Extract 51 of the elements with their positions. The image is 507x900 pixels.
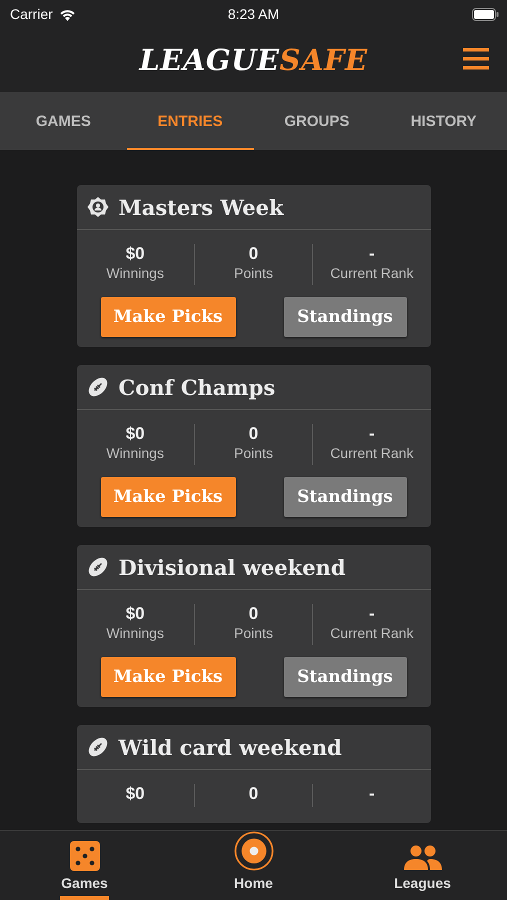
make-picks-button[interactable]: Make Picks [100, 657, 236, 697]
stat-label: Current Rank [330, 264, 414, 282]
tab[interactable]: GROUPS [254, 92, 380, 150]
clock-time: 8:23 AM [228, 6, 280, 22]
stat-value: 0 [248, 604, 258, 624]
entry-title: Conf Champs [118, 374, 276, 400]
stat-value: 0 [248, 244, 258, 264]
stat-label: Current Rank [330, 624, 414, 642]
entry-title: Masters Week [118, 194, 284, 220]
tab[interactable]: ENTRIES [126, 92, 254, 150]
carrier-name: Carrier [10, 6, 53, 22]
stat-label: Winnings [106, 264, 164, 282]
entry-title: Wild card weekend [118, 734, 342, 760]
stat-value: - [368, 424, 375, 444]
football-icon [86, 376, 108, 398]
stat-label: Points [234, 264, 273, 282]
people-icon [404, 845, 442, 871]
stat-value: $0 [126, 424, 145, 444]
stat-value: $0 [126, 604, 145, 624]
stat-label: Points [234, 444, 273, 462]
target-icon [232, 831, 274, 871]
stat-value: $0 [126, 784, 145, 804]
stat-label: Winnings [106, 444, 164, 462]
badge-icon [86, 196, 108, 218]
stat-value: - [368, 784, 375, 804]
stat-label: Current Rank [330, 444, 414, 462]
wifi-icon [58, 8, 76, 20]
football-icon [86, 556, 108, 578]
tab[interactable]: HISTORY [380, 92, 507, 150]
stat-label: Winnings [106, 624, 164, 642]
make-picks-button[interactable]: Make Picks [100, 297, 236, 337]
stat-value: 0 [248, 784, 258, 804]
menu-icon[interactable] [463, 48, 489, 70]
dice-icon [70, 841, 100, 871]
battery-icon [472, 8, 499, 20]
entry-title: Divisional weekend [118, 554, 346, 580]
standings-button[interactable]: Standings [284, 657, 406, 697]
stat-value: 0 [248, 424, 258, 444]
stat-value: - [368, 604, 375, 624]
tab-bar-item[interactable]: Games [60, 875, 109, 900]
tab[interactable]: GAMES [0, 92, 127, 150]
make-picks-button[interactable]: Make Picks [100, 477, 236, 517]
stat-value: - [368, 244, 375, 264]
tab-bar-item[interactable]: Home [233, 875, 274, 900]
stat-value: $0 [126, 244, 145, 264]
standings-button[interactable]: Standings [284, 477, 406, 517]
tab-bar-item[interactable]: Leagues [393, 875, 452, 900]
football-icon [86, 736, 108, 758]
logo: LEAGUESAFE [139, 43, 368, 77]
standings-button[interactable]: Standings [284, 297, 406, 337]
stat-label: Points [234, 624, 273, 642]
